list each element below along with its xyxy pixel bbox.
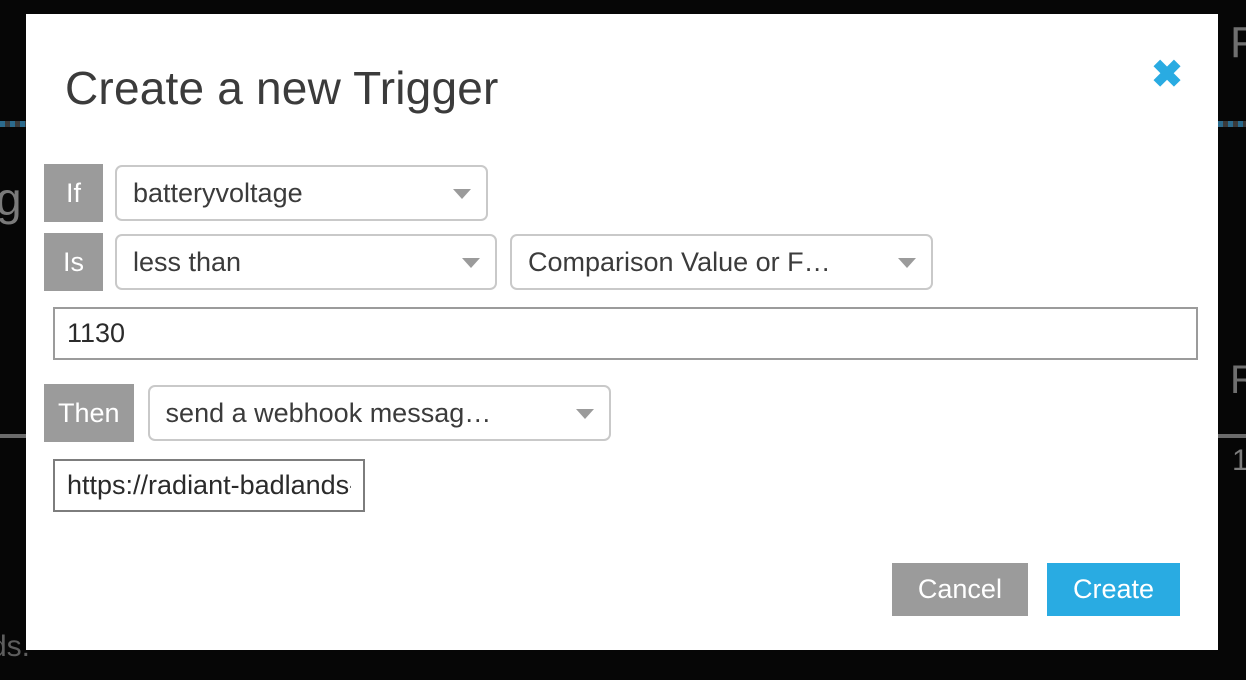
- metric-select-value: batteryvoltage: [133, 177, 303, 208]
- background-dashed-line-left: [0, 121, 26, 127]
- comparison-type-select[interactable]: Comparison Value or F…: [510, 234, 933, 290]
- close-icon[interactable]: ✖: [1144, 54, 1190, 100]
- label-if: If: [44, 164, 103, 222]
- comparison-value-input[interactable]: [53, 307, 1198, 360]
- label-is: Is: [44, 233, 103, 291]
- trigger-form: If batteryvoltage Is less than Compariso…: [44, 164, 1200, 523]
- operator-select[interactable]: less than: [115, 234, 497, 290]
- webhook-url-input[interactable]: [53, 459, 365, 512]
- webhook-url-row: [44, 453, 1200, 512]
- chevron-down-icon: [462, 258, 480, 268]
- chevron-down-icon: [453, 189, 471, 199]
- comparison-value-row: [44, 302, 1200, 373]
- condition-is-row: Is less than Comparison Value or F…: [44, 233, 1200, 291]
- background-text-fragment-right-mid: R: [1230, 358, 1246, 402]
- background-dashed-line-right: [1218, 121, 1246, 127]
- chevron-down-icon: [575, 409, 594, 419]
- comparison-type-value: Comparison Value or F…: [528, 246, 831, 277]
- background-divider-left: [0, 434, 26, 438]
- dialog-title: Create a new Trigger: [65, 62, 499, 114]
- background-divider-right: [1218, 434, 1246, 438]
- chevron-down-icon: [898, 258, 916, 268]
- create-button[interactable]: Create: [1046, 563, 1180, 616]
- operator-select-value: less than: [133, 246, 242, 277]
- action-select-value: send a webhook messag…: [165, 397, 492, 428]
- background-text-fragment-right-top: P: [1230, 18, 1246, 67]
- metric-select[interactable]: batteryvoltage: [115, 165, 488, 221]
- action-select[interactable]: send a webhook messag…: [147, 385, 611, 441]
- close-glyph: ✖: [1151, 54, 1183, 96]
- condition-if-row: If batteryvoltage: [44, 164, 1200, 222]
- cancel-button[interactable]: Cancel: [891, 563, 1028, 616]
- action-then-row: Then send a webhook messag…: [44, 384, 1200, 442]
- background-text-fragment-right-count: 1: [1232, 444, 1246, 477]
- label-then: Then: [44, 384, 134, 442]
- background-text-fragment-left-top: g: [0, 173, 22, 225]
- dialog-footer: Cancel Create: [891, 563, 1180, 616]
- create-trigger-dialog: Create a new Trigger ✖ If batteryvoltage…: [26, 14, 1218, 650]
